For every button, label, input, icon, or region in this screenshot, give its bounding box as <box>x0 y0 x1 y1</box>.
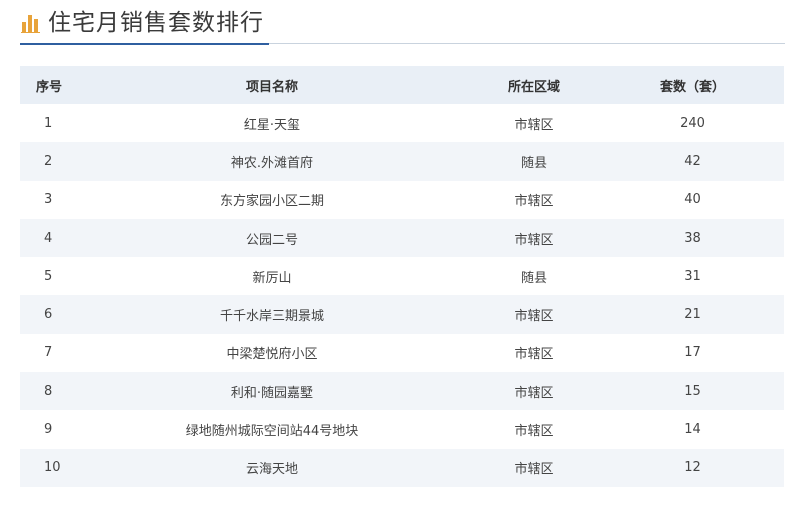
table-row: 5 新厉山 随县 31 <box>20 257 784 295</box>
area-cell: 市辖区 <box>514 194 554 210</box>
project-cell: 新厉山 <box>252 270 292 286</box>
area-cell: 市辖区 <box>514 117 554 133</box>
title-divider <box>269 43 785 44</box>
column-header-project: 项目名称 <box>77 66 467 104</box>
units-cell: 15 <box>601 372 784 411</box>
column-header-area: 所在区域 <box>467 66 601 104</box>
project-cell: 利和·随园嘉墅 <box>77 372 467 411</box>
table-row: 1 红星·天玺 市辖区 240 <box>20 104 784 142</box>
rank-cell: 5 <box>44 268 53 284</box>
table-header-row: 序号 项目名称 所在区域 套数（套） <box>20 66 784 104</box>
rank-cell: 8 <box>20 372 77 411</box>
project-cell: 东方家园小区二期 <box>219 194 324 210</box>
rank-cell: 6 <box>20 295 77 334</box>
page-title: 住宅月销售套数排行 <box>48 10 264 36</box>
area-cell: 市辖区 <box>467 372 601 411</box>
ranking-table-container: 序号 项目名称 所在区域 套数（套） 1 红星·天玺 市辖区 240 2 神农.… <box>20 66 784 487</box>
units-cell: 12 <box>601 448 784 487</box>
table-row: 4 公园二号 市辖区 38 <box>20 218 784 258</box>
rank-cell: 9 <box>44 422 53 438</box>
project-cell: 红星·天玺 <box>243 117 301 133</box>
units-cell: 240 <box>680 115 705 131</box>
area-cell: 随县 <box>520 270 547 286</box>
ranking-table: 序号 项目名称 所在区域 套数（套） 1 红星·天玺 市辖区 240 2 神农.… <box>20 66 784 487</box>
column-header-rank: 序号 <box>20 66 77 104</box>
rank-cell: 1 <box>44 115 53 131</box>
project-cell: 绿地随州城际空间站44号地块 <box>185 424 359 440</box>
project-cell: 神农.外滩首府 <box>77 142 467 181</box>
table-row: 3 东方家园小区二期 市辖区 40 <box>20 181 784 219</box>
units-cell: 31 <box>684 268 701 284</box>
units-cell: 42 <box>601 142 784 181</box>
page-header: 住宅月销售套数排行 <box>0 0 800 48</box>
project-cell: 中梁楚悦府小区 <box>226 347 318 363</box>
bar-chart-icon <box>21 15 40 33</box>
area-cell: 市辖区 <box>467 448 601 487</box>
table-row: 2 神农.外滩首府 随县 42 <box>20 142 784 181</box>
table-row: 7 中梁楚悦府小区 市辖区 17 <box>20 334 784 372</box>
column-header-units: 套数（套） <box>601 66 784 104</box>
area-cell: 市辖区 <box>514 347 554 363</box>
units-cell: 38 <box>601 218 784 258</box>
project-cell: 公园二号 <box>77 218 467 258</box>
units-cell: 21 <box>601 295 784 334</box>
table-row: 6 千千水岸三期景城 市辖区 21 <box>20 295 784 334</box>
table-row: 9 绿地随州城际空间站44号地块 市辖区 14 <box>20 410 784 448</box>
project-cell: 千千水岸三期景城 <box>77 295 467 334</box>
area-cell: 市辖区 <box>467 295 601 334</box>
project-cell: 云海天地 <box>77 448 467 487</box>
units-cell: 40 <box>684 192 701 208</box>
rank-cell: 2 <box>20 142 77 181</box>
area-cell: 随县 <box>467 142 601 181</box>
title-underline-accent <box>20 43 269 45</box>
table-row: 10 云海天地 市辖区 12 <box>20 448 784 487</box>
rank-cell: 4 <box>20 218 77 258</box>
table-row: 8 利和·随园嘉墅 市辖区 15 <box>20 372 784 411</box>
rank-cell: 3 <box>44 192 53 208</box>
units-cell: 14 <box>684 422 701 438</box>
units-cell: 17 <box>684 345 701 361</box>
area-cell: 市辖区 <box>514 424 554 440</box>
rank-cell: 10 <box>20 448 77 487</box>
area-cell: 市辖区 <box>467 218 601 258</box>
rank-cell: 7 <box>44 345 53 361</box>
